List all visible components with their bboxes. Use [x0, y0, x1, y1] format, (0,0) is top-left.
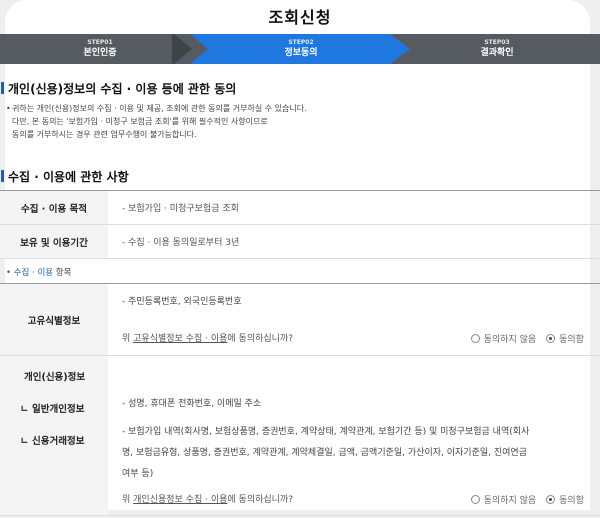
credit-info-label: ㄴ 신용거래정보 — [20, 436, 85, 447]
radio-circle-selected[interactable] — [546, 334, 556, 343]
radio-circle[interactable] — [470, 334, 480, 343]
general-info-value: - 성명, 휴대폰 전화번호, 이메일 주소 — [122, 399, 262, 409]
unique-info-question: 위 고유식별정보 수집 · 이용에 동의하십니까? — [122, 331, 293, 344]
step-label: 본인인증 — [83, 48, 117, 58]
question-prefix: 위 — [122, 334, 134, 344]
consent-notice: • 귀하는 개인(신용)정보의 수집 · 이용 및 제공, 조회에 관한 동의를… — [6, 102, 586, 141]
notice-line: 다만, 본 동의는 '보험가입 · 미청구 보험금 조회'를 위해 필수적인 사… — [12, 117, 268, 126]
collection-items-title: • 수집 · 이용 항목 — [6, 266, 71, 278]
credit-info-line: 여부 등) — [122, 469, 154, 479]
items-table: 고유식별정보 - 주민등록번호, 외국인등록번호 위 고유식별정보 수집 · 이… — [0, 283, 600, 516]
personal-info-label-cell: 개인(신용)정보 ㄴ 일반개인정보 ㄴ 신용거래정보 — [0, 356, 108, 515]
table-row: 보유 및 이용기간 - 수집 · 이용 동의일로부터 3년 — [0, 225, 600, 259]
agree-radio[interactable]: 동의함 — [546, 332, 584, 345]
step-label: 결과확인 — [480, 48, 514, 58]
question-link[interactable]: 고유식별정보 수집 · 이용 — [133, 334, 227, 344]
question-suffix: 에 동의하십니까? — [227, 334, 294, 344]
radio-label: 동의하지 않음 — [483, 496, 537, 506]
disagree-radio[interactable]: 동의하지 않음 — [470, 493, 537, 506]
step-information-consent: STEP02 정보동의 — [241, 39, 361, 59]
question-suffix: 에 동의하십니까? — [227, 495, 294, 505]
retention-label: 보유 및 이용기간 — [0, 225, 108, 258]
page-title: 조회신청 — [268, 8, 332, 27]
items-title-tail: 항목 — [53, 268, 72, 278]
radio-label: 동의함 — [559, 335, 584, 345]
disagree-radio[interactable]: 동의하지 않음 — [470, 332, 537, 345]
step-number: STEP03 — [484, 39, 510, 46]
purpose-value: - 보험가입 · 미청구보험금 조회 — [122, 204, 239, 214]
radio-label: 동의함 — [559, 496, 584, 506]
personal-info-radio-group: 동의하지 않음 동의함 — [470, 493, 584, 506]
unique-info-row: 고유식별정보 - 주민등록번호, 외국인등록번호 위 고유식별정보 수집 · 이… — [0, 284, 600, 356]
personal-info-content: - 성명, 휴대폰 전화번호, 이메일 주소 - 보험가입 내역(회사명, 보험… — [108, 356, 600, 515]
purpose-label: 수집 · 이용 목적 — [0, 191, 108, 224]
consent-section-heading: 개인(신용)정보의 수집 · 이용 등에 관한 동의 — [0, 82, 237, 96]
radio-circle[interactable] — [470, 495, 480, 504]
radio-circle-selected[interactable] — [546, 495, 556, 504]
agree-radio[interactable]: 동의함 — [546, 493, 584, 506]
notice-line: 동의를 거부하시는 경우 관련 업무수행이 불가능합니다. — [12, 130, 197, 139]
notice-bullet: • — [6, 104, 11, 113]
collection-table: 수집 · 이용 목적 - 보험가입 · 미청구보험금 조회 보유 및 이용기간 … — [0, 190, 600, 259]
personal-info-question: 위 개인신용정보 수집 · 이용에 동의하십니까? — [122, 492, 293, 505]
notice-line: 귀하는 개인(신용)정보의 수집 · 이용 및 제공, 조회에 관한 동의를 거… — [12, 104, 307, 113]
unique-info-label: 고유식별정보 — [0, 284, 108, 355]
general-info-label: ㄴ 일반개인정보 — [20, 404, 85, 415]
step-identity-verification: STEP01 본인인증 — [40, 39, 160, 59]
retention-value: - 수집 · 이용 동의일로부터 3년 — [122, 238, 240, 248]
step-result-check: STEP03 결과확인 — [437, 39, 557, 59]
question-link[interactable]: 개인신용정보 수집 · 이용 — [133, 495, 227, 505]
unique-info-content: - 주민등록번호, 외국인등록번호 위 고유식별정보 수집 · 이용에 동의하십… — [108, 284, 600, 355]
credit-info-line: - 보험가입 내역(회사명, 보험상품명, 증권번호, 계약상태, 계약관계, … — [122, 427, 530, 437]
personal-info-label: 개인(신용)정보 — [24, 372, 86, 383]
radio-label: 동의하지 않음 — [483, 335, 537, 345]
step-number: STEP01 — [87, 39, 113, 46]
unique-info-radio-group: 동의하지 않음 동의함 — [470, 332, 584, 345]
step-number: STEP02 — [288, 39, 314, 46]
unique-info-value: - 주민등록번호, 외국인등록번호 — [122, 297, 242, 307]
step-label: 정보동의 — [284, 48, 318, 58]
items-title-prefix: • 수집 · 이용 — [6, 268, 54, 278]
table-row: 수집 · 이용 목적 - 보험가입 · 미청구보험금 조회 — [0, 191, 600, 225]
collection-section-heading: 수집 · 이용에 관한 사항 — [1, 170, 129, 184]
credit-info-line: 명, 보험금유형, 상품명, 증권번호, 계약관계, 계약체결일, 금액, 금액… — [122, 448, 527, 458]
step-divider — [172, 34, 192, 64]
personal-info-row: 개인(신용)정보 ㄴ 일반개인정보 ㄴ 신용거래정보 - 성명, 휴대폰 전화번… — [0, 356, 600, 516]
step-progress-bar: STEP01 본인인증 STEP02 정보동의 STEP03 결과확인 — [0, 34, 600, 64]
credit-info-value: - 보험가입 내역(회사명, 보험상품명, 증권번호, 계약상태, 계약관계, … — [122, 422, 592, 485]
question-prefix: 위 — [122, 495, 134, 505]
